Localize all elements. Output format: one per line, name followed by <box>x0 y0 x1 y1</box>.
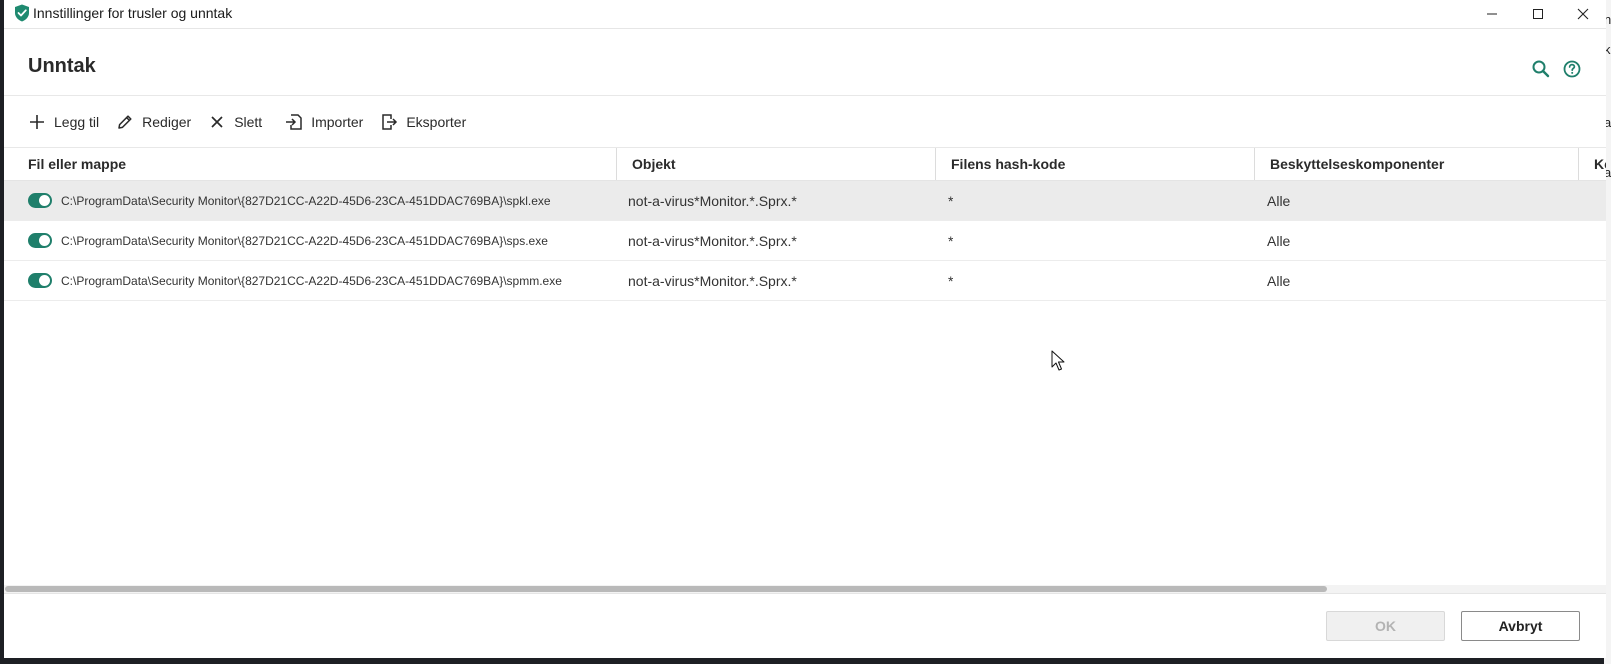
object-cell: not-a-virus*Monitor.*.Sprx.* <box>628 273 797 289</box>
toggle-knob <box>39 275 50 286</box>
import-button[interactable]: Importer <box>285 110 363 134</box>
delete-button-label: Slett <box>234 114 263 130</box>
table-row[interactable]: C:\ProgramData\Security Monitor\{827D21C… <box>4 221 1606 261</box>
object-cell: not-a-virus*Monitor.*.Sprx.* <box>628 193 797 209</box>
search-icon[interactable] <box>1531 59 1551 79</box>
export-button-label: Eksporter <box>406 114 467 130</box>
mouse-pointer-icon <box>1051 350 1065 371</box>
file-path-cell: C:\ProgramData\Security Monitor\{827D21C… <box>61 234 548 248</box>
import-icon <box>285 113 303 131</box>
close-icon <box>1577 8 1589 20</box>
toolbar: Legg til Rediger Slett Importer Eksporte… <box>28 110 483 134</box>
column-header-object[interactable]: Objekt <box>616 148 935 180</box>
maximize-icon <box>1533 9 1543 19</box>
screen-background-bottom <box>0 658 1611 664</box>
settings-dialog: Innstillinger for trusler og unntak Unnt… <box>4 0 1606 658</box>
close-button[interactable] <box>1560 0 1606 28</box>
close-x-icon <box>208 113 226 131</box>
footer-divider <box>4 593 1606 594</box>
add-button[interactable]: Legg til <box>28 110 99 134</box>
hash-cell: * <box>948 233 954 249</box>
file-path-cell: C:\ProgramData\Security Monitor\{827D21C… <box>61 194 551 208</box>
cancel-button[interactable]: Avbryt <box>1461 611 1580 641</box>
minimize-icon <box>1487 13 1497 15</box>
shield-check-icon <box>15 4 29 22</box>
edit-button[interactable]: Rediger <box>116 110 191 134</box>
toggle-knob <box>39 195 50 206</box>
export-icon <box>380 113 398 131</box>
enable-toggle[interactable] <box>28 193 52 208</box>
column-header-components[interactable]: Beskyttelseskomponenter <box>1254 148 1578 180</box>
table-header: Fil eller mappe Objekt Filens hash-kode … <box>4 147 1606 181</box>
edit-button-label: Rediger <box>142 114 192 130</box>
toggle-knob <box>39 235 50 246</box>
file-path-cell: C:\ProgramData\Security Monitor\{827D21C… <box>61 274 562 288</box>
delete-button[interactable]: Slett <box>208 110 262 134</box>
components-cell: Alle <box>1267 193 1291 209</box>
enable-toggle[interactable] <box>28 233 52 248</box>
horizontal-scrollbar[interactable] <box>4 585 1606 593</box>
minimize-button[interactable] <box>1469 0 1515 28</box>
enable-toggle[interactable] <box>28 273 52 288</box>
hash-cell: * <box>948 193 954 209</box>
column-header-file[interactable]: Fil eller mappe <box>12 148 616 180</box>
exclusions-table: Fil eller mappe Objekt Filens hash-kode … <box>4 147 1606 301</box>
add-button-label: Legg til <box>54 114 100 130</box>
pencil-icon <box>116 113 134 131</box>
hash-cell: * <box>948 273 954 289</box>
maximize-button[interactable] <box>1515 0 1561 28</box>
header-divider <box>4 95 1606 96</box>
object-cell: not-a-virus*Monitor.*.Sprx.* <box>628 233 797 249</box>
column-header-comment[interactable]: Ko <box>1578 148 1606 180</box>
plus-icon <box>28 113 46 131</box>
export-button[interactable]: Eksporter <box>380 110 466 134</box>
title-bar[interactable]: Innstillinger for trusler og unntak <box>4 0 1606 29</box>
column-header-hash[interactable]: Filens hash-kode <box>935 148 1254 180</box>
ok-button[interactable]: OK <box>1326 611 1445 641</box>
components-cell: Alle <box>1267 273 1291 289</box>
import-button-label: Importer <box>311 114 364 130</box>
scrollbar-thumb[interactable] <box>5 586 1327 592</box>
help-icon[interactable] <box>1562 59 1582 79</box>
page-title: Unntak <box>28 55 96 77</box>
components-cell: Alle <box>1267 233 1291 249</box>
table-row[interactable]: C:\ProgramData\Security Monitor\{827D21C… <box>4 181 1606 221</box>
window-title: Innstillinger for trusler og unntak <box>33 5 233 21</box>
table-row[interactable]: C:\ProgramData\Security Monitor\{827D21C… <box>4 261 1606 301</box>
